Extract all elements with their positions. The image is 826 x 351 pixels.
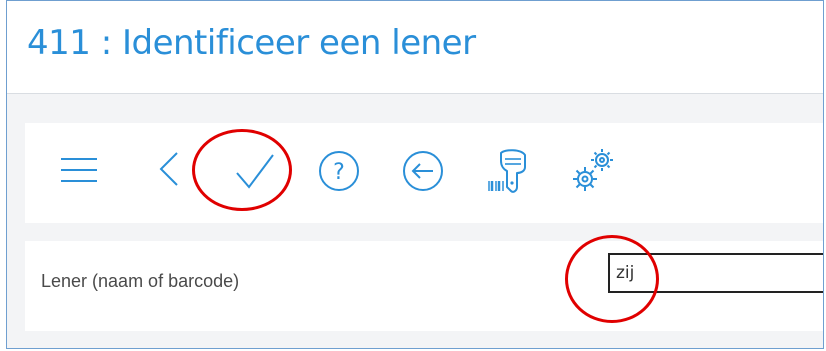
help-glyph: ? [333, 160, 345, 185]
page-title: 411 : Identificeer een lener [27, 23, 476, 63]
barcode-scanner-icon [488, 149, 526, 193]
borrower-label: Lener (naam of barcode) [41, 271, 240, 291]
checkmark-icon [236, 154, 274, 189]
toolbar: ? [25, 123, 823, 223]
hamburger-icon [61, 158, 97, 182]
confirm-button[interactable] [229, 149, 279, 193]
title-bar: 411 : Identificeer een lener [7, 1, 823, 94]
help-circle-icon: ? [319, 151, 359, 191]
borrower-input[interactable] [608, 253, 823, 293]
menu-button[interactable] [59, 155, 99, 185]
return-button[interactable] [401, 149, 445, 193]
help-button[interactable]: ? [317, 149, 361, 193]
borrower-field-row: Lener (naam of barcode) [25, 241, 823, 331]
scanner-button[interactable] [487, 147, 533, 195]
gears-icon [573, 149, 613, 191]
settings-button[interactable] [571, 145, 617, 195]
app-window: 411 : Identificeer een lener ? Lener (na… [6, 0, 824, 349]
chevron-left-icon [159, 152, 178, 186]
arrow-left-circle-icon [403, 151, 443, 191]
back-button[interactable] [155, 149, 185, 189]
